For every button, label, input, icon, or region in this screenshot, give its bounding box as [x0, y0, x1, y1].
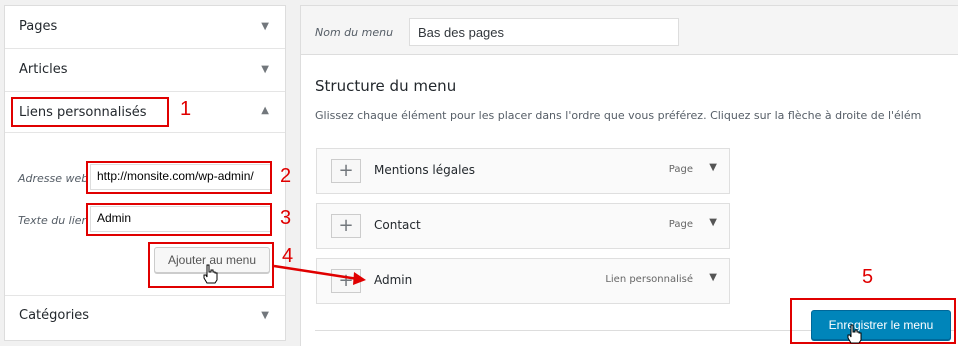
chevron-down-icon[interactable]: ▼: [709, 217, 717, 228]
menu-item[interactable]: + Admin Lien personnalisé ▼: [316, 258, 730, 304]
url-field-label: Adresse web: [18, 172, 89, 185]
menu-item-title: Admin: [374, 273, 413, 287]
menu-item-title: Contact: [374, 218, 421, 232]
structure-title: Structure du menu: [315, 77, 457, 95]
menu-item-title: Mentions légales: [374, 163, 476, 177]
annotation-number-1: 1: [180, 98, 192, 120]
chevron-down-icon[interactable]: ▼: [261, 21, 269, 32]
chevron-up-icon[interactable]: ▲: [261, 105, 269, 116]
menu-name-label: Nom du menu: [315, 26, 394, 39]
annotation-box-2: [86, 161, 272, 194]
accordion-articles-title: Articles: [19, 62, 68, 77]
menu-item[interactable]: + Contact Page ▼: [316, 203, 730, 249]
annotation-number-3: 3: [280, 207, 292, 229]
plus-icon[interactable]: +: [331, 214, 361, 238]
menu-item-type: Lien personnalisé: [605, 274, 693, 285]
chevron-down-icon[interactable]: ▼: [261, 310, 269, 321]
chevron-down-icon[interactable]: ▼: [261, 64, 269, 75]
annotation-arrow: [273, 264, 366, 285]
plus-icon[interactable]: +: [331, 159, 361, 183]
menu-name-input[interactable]: Bas des pages: [409, 18, 679, 46]
annotation-box-3: [86, 203, 272, 236]
annotation-number-2: 2: [280, 165, 292, 187]
hand-pointer-icon: [847, 324, 862, 344]
menu-item[interactable]: + Mentions légales Page ▼: [316, 148, 730, 194]
accordion-categories-title: Catégories: [19, 308, 90, 323]
menu-item-type: Page: [668, 164, 693, 175]
annotation-box-1: [11, 97, 169, 127]
accordion-pages[interactable]: Pages ▼: [5, 6, 285, 49]
chevron-down-icon[interactable]: ▼: [709, 272, 717, 283]
chevron-down-icon[interactable]: ▼: [709, 162, 717, 173]
link-text-label: Texte du lien: [18, 214, 88, 227]
annotation-number-5: 5: [862, 266, 874, 288]
accordion-pages-title: Pages: [19, 19, 58, 34]
annotation-box-5: [790, 298, 956, 344]
menu-item-type: Page: [668, 219, 693, 230]
structure-description: Glissez chaque élément pour les placer d…: [315, 109, 922, 122]
hand-pointer-icon: [203, 264, 218, 284]
accordion-categories[interactable]: Catégories ▼: [5, 295, 285, 341]
menu-name-bar: Nom du menu Bas des pages: [300, 5, 958, 55]
accordion-articles[interactable]: Articles ▼: [5, 49, 285, 92]
